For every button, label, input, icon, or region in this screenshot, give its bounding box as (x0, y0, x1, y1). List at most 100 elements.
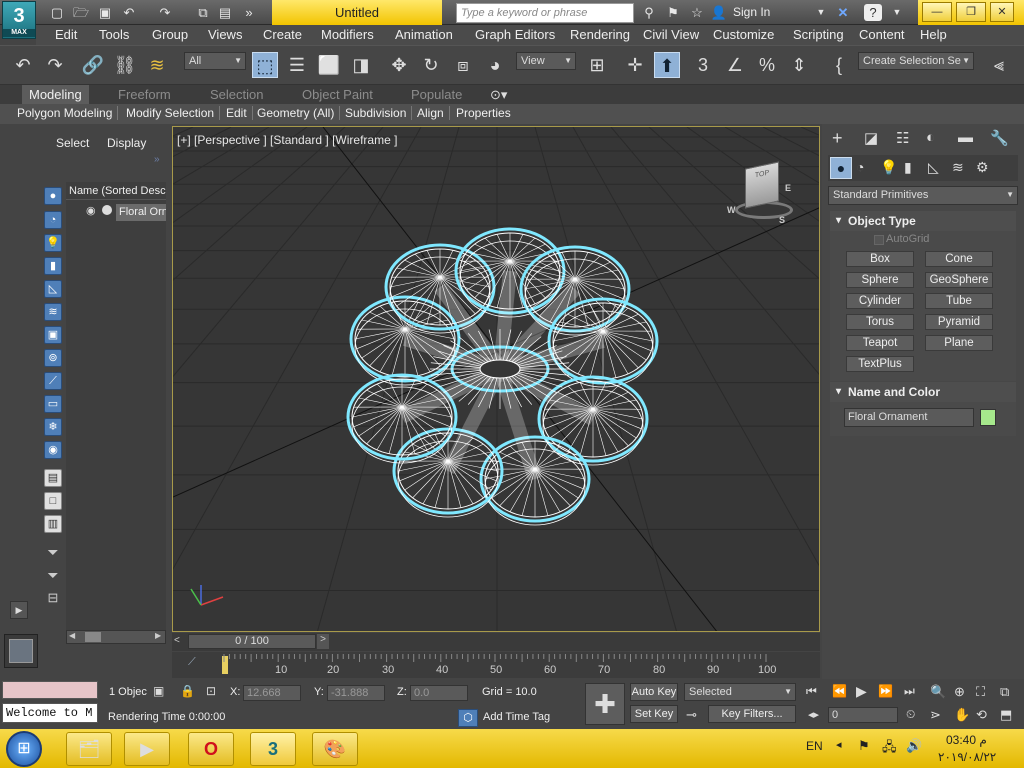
object-name-field[interactable]: Floral Ornament (844, 408, 974, 427)
tube-button[interactable]: Tube (925, 293, 993, 309)
z-coordinate-field[interactable]: 0.0 (410, 685, 468, 701)
unlink-icon[interactable]: ⛓ (112, 52, 138, 78)
paint-taskbar-icon[interactable]: 🎨 (312, 732, 358, 766)
list-item[interactable]: ◉ Floral Orn (86, 204, 166, 221)
panel-properties[interactable]: Properties (456, 106, 516, 120)
utilities-wrench-icon[interactable]: 🔧 (990, 129, 1009, 147)
shapes-filter-icon[interactable]: ◔ (44, 211, 62, 229)
panel-subdivision[interactable]: Subdivision (345, 106, 413, 120)
scroll-thumb[interactable] (85, 632, 101, 642)
display-invert-icon[interactable]: ▥ (44, 515, 62, 533)
search-input[interactable]: Type a keyword or phrase (456, 3, 634, 23)
menu-content[interactable]: Content (859, 27, 905, 42)
scroll-right-icon[interactable]: ▶ (155, 631, 161, 640)
menu-civil-view[interactable]: Civil View (643, 27, 699, 42)
box-button[interactable]: Box (846, 251, 914, 267)
maxscript-listener-pink[interactable] (2, 681, 98, 699)
menu-views[interactable]: Views (208, 27, 242, 42)
set-key-button[interactable]: Set Key (630, 705, 678, 723)
select-manipulate-icon[interactable]: ✛ (622, 52, 648, 78)
name-and-color-rollout-header[interactable]: Name and Color (830, 382, 1016, 402)
geometry-category-icon[interactable]: ● (830, 157, 852, 179)
next-frame-icon[interactable]: ⏩ (878, 684, 893, 698)
renderable-dot-icon[interactable] (102, 205, 112, 215)
hidden-filter-icon[interactable]: ◉ (44, 441, 62, 459)
panel-geometry-all[interactable]: Geometry (All) (257, 106, 341, 120)
orbit-icon[interactable]: ⟲ (976, 707, 987, 723)
start-button[interactable]: ⊞ (6, 731, 42, 767)
pivot-center-icon[interactable]: ⊞ (584, 52, 610, 78)
help-chevron-down-icon[interactable]: ▼ (888, 4, 906, 21)
zoom-all-icon[interactable]: ⊕ (954, 684, 965, 700)
menu-scripting[interactable]: Scripting (793, 27, 844, 42)
xrefs-filter-icon[interactable]: ⊚ (44, 349, 62, 367)
volume-icon[interactable]: 🔊 (906, 738, 922, 754)
key-mode-selected-dropdown[interactable]: Selected (684, 683, 796, 701)
filter-funnel-icon[interactable]: ⏷ (44, 544, 62, 562)
sign-in-link[interactable]: Sign In (733, 5, 770, 19)
panel-polygon-modeling[interactable]: Polygon Modeling (17, 106, 119, 120)
file-explorer-taskbar-icon[interactable]: 🗂 (66, 732, 112, 766)
floral-ornament-mesh[interactable] (346, 227, 659, 526)
object-type-rollout-header[interactable]: Object Type (830, 211, 1016, 231)
network-icon[interactable]: 🖧 (882, 738, 897, 760)
new-file-icon[interactable]: ▢ (48, 4, 66, 21)
more-arrows-icon[interactable]: » (240, 4, 258, 21)
geosphere-button[interactable]: GeoSphere (925, 272, 993, 288)
undo-icon[interactable]: ↶ (120, 4, 138, 21)
prev-frame-arrow-icon[interactable]: < (174, 635, 186, 649)
track-bar[interactable]: ⟋ 10 20 30 40 50 60 70 80 90 100 (172, 652, 820, 678)
viewcube-top-face[interactable]: TOP (745, 161, 779, 209)
object-color-swatch[interactable] (980, 409, 996, 426)
lights-category-icon[interactable]: 💡 (880, 159, 897, 176)
zoom-icon[interactable]: 🔍 (930, 684, 946, 700)
percent-snap-icon[interactable]: % (754, 52, 780, 78)
layer-explorer-icon[interactable]: ⊟ (44, 590, 62, 608)
isolate-selection-icon[interactable]: ▣ (153, 684, 164, 698)
link-icon[interactable]: 🔗 (80, 52, 106, 78)
menu-modifiers[interactable]: Modifiers (321, 27, 374, 42)
menu-help[interactable]: Help (920, 27, 947, 42)
select-rotate-icon[interactable]: ↻ (418, 52, 444, 78)
mirror-icon[interactable]: ⫷ (986, 52, 1012, 78)
redo-icon[interactable]: ↷ (42, 52, 68, 78)
action-center-flag-icon[interactable]: ⚑ (858, 738, 870, 754)
viewport-layout-tab[interactable] (4, 634, 38, 668)
reference-coordinate-dropdown[interactable]: View (516, 52, 576, 70)
favorites-star-icon[interactable]: ☆ (688, 4, 706, 21)
display-all-icon[interactable]: ▤ (44, 469, 62, 487)
tab-object-paint[interactable]: Object Paint (302, 87, 373, 102)
place-icon[interactable]: ◕ (482, 52, 508, 78)
named-selection-dropdown[interactable]: Create Selection Se (858, 52, 974, 70)
window-crossing-icon[interactable]: ◨ (348, 52, 374, 78)
tab-display[interactable]: Display (107, 136, 146, 150)
select-move-icon[interactable]: ✥ (386, 52, 412, 78)
helpers-filter-icon[interactable]: ◺ (44, 280, 62, 298)
x-coordinate-field[interactable]: 12.668 (243, 685, 301, 701)
textplus-button[interactable]: TextPlus (846, 356, 914, 372)
undo-icon[interactable]: ↶ (10, 52, 36, 78)
display-none-icon[interactable]: □ (44, 492, 62, 510)
systems-category-icon[interactable]: ⚙ (976, 159, 989, 176)
tab-freeform[interactable]: Freeform (118, 87, 171, 102)
modify-tab-icon[interactable]: ◪ (864, 129, 878, 147)
key-mode-toggle-icon[interactable]: ◂▸ (808, 708, 819, 721)
hierarchy-tab-icon[interactable]: ☷ (896, 129, 909, 147)
key-filters-button[interactable]: Key Filters... (708, 705, 796, 723)
cameras-filter-icon[interactable]: ▮ (44, 257, 62, 275)
pan-hand-icon[interactable]: ✋ (954, 707, 970, 723)
absolute-mode-icon[interactable]: ⊡ (206, 684, 216, 698)
primitive-type-dropdown[interactable]: Standard Primitives (828, 186, 1018, 205)
language-indicator[interactable]: EN (806, 739, 823, 753)
minimize-button[interactable]: — (922, 2, 952, 22)
zoom-extents-all-icon[interactable]: ⧉ (1000, 684, 1009, 700)
open-folder-icon[interactable]: 🗁 (72, 4, 90, 21)
add-time-tag[interactable]: Add Time Tag (483, 711, 550, 723)
create-tab-plus-icon[interactable]: + (832, 128, 843, 149)
menu-edit[interactable]: Edit (55, 27, 77, 42)
rect-region-icon[interactable]: ⬜ (316, 52, 342, 78)
tab-populate[interactable]: Populate (411, 87, 462, 102)
cameras-category-icon[interactable]: ▮ (904, 159, 912, 176)
column-header-name[interactable]: Name (Sorted Desce (66, 182, 166, 200)
opera-taskbar-icon[interactable]: O (188, 732, 234, 766)
